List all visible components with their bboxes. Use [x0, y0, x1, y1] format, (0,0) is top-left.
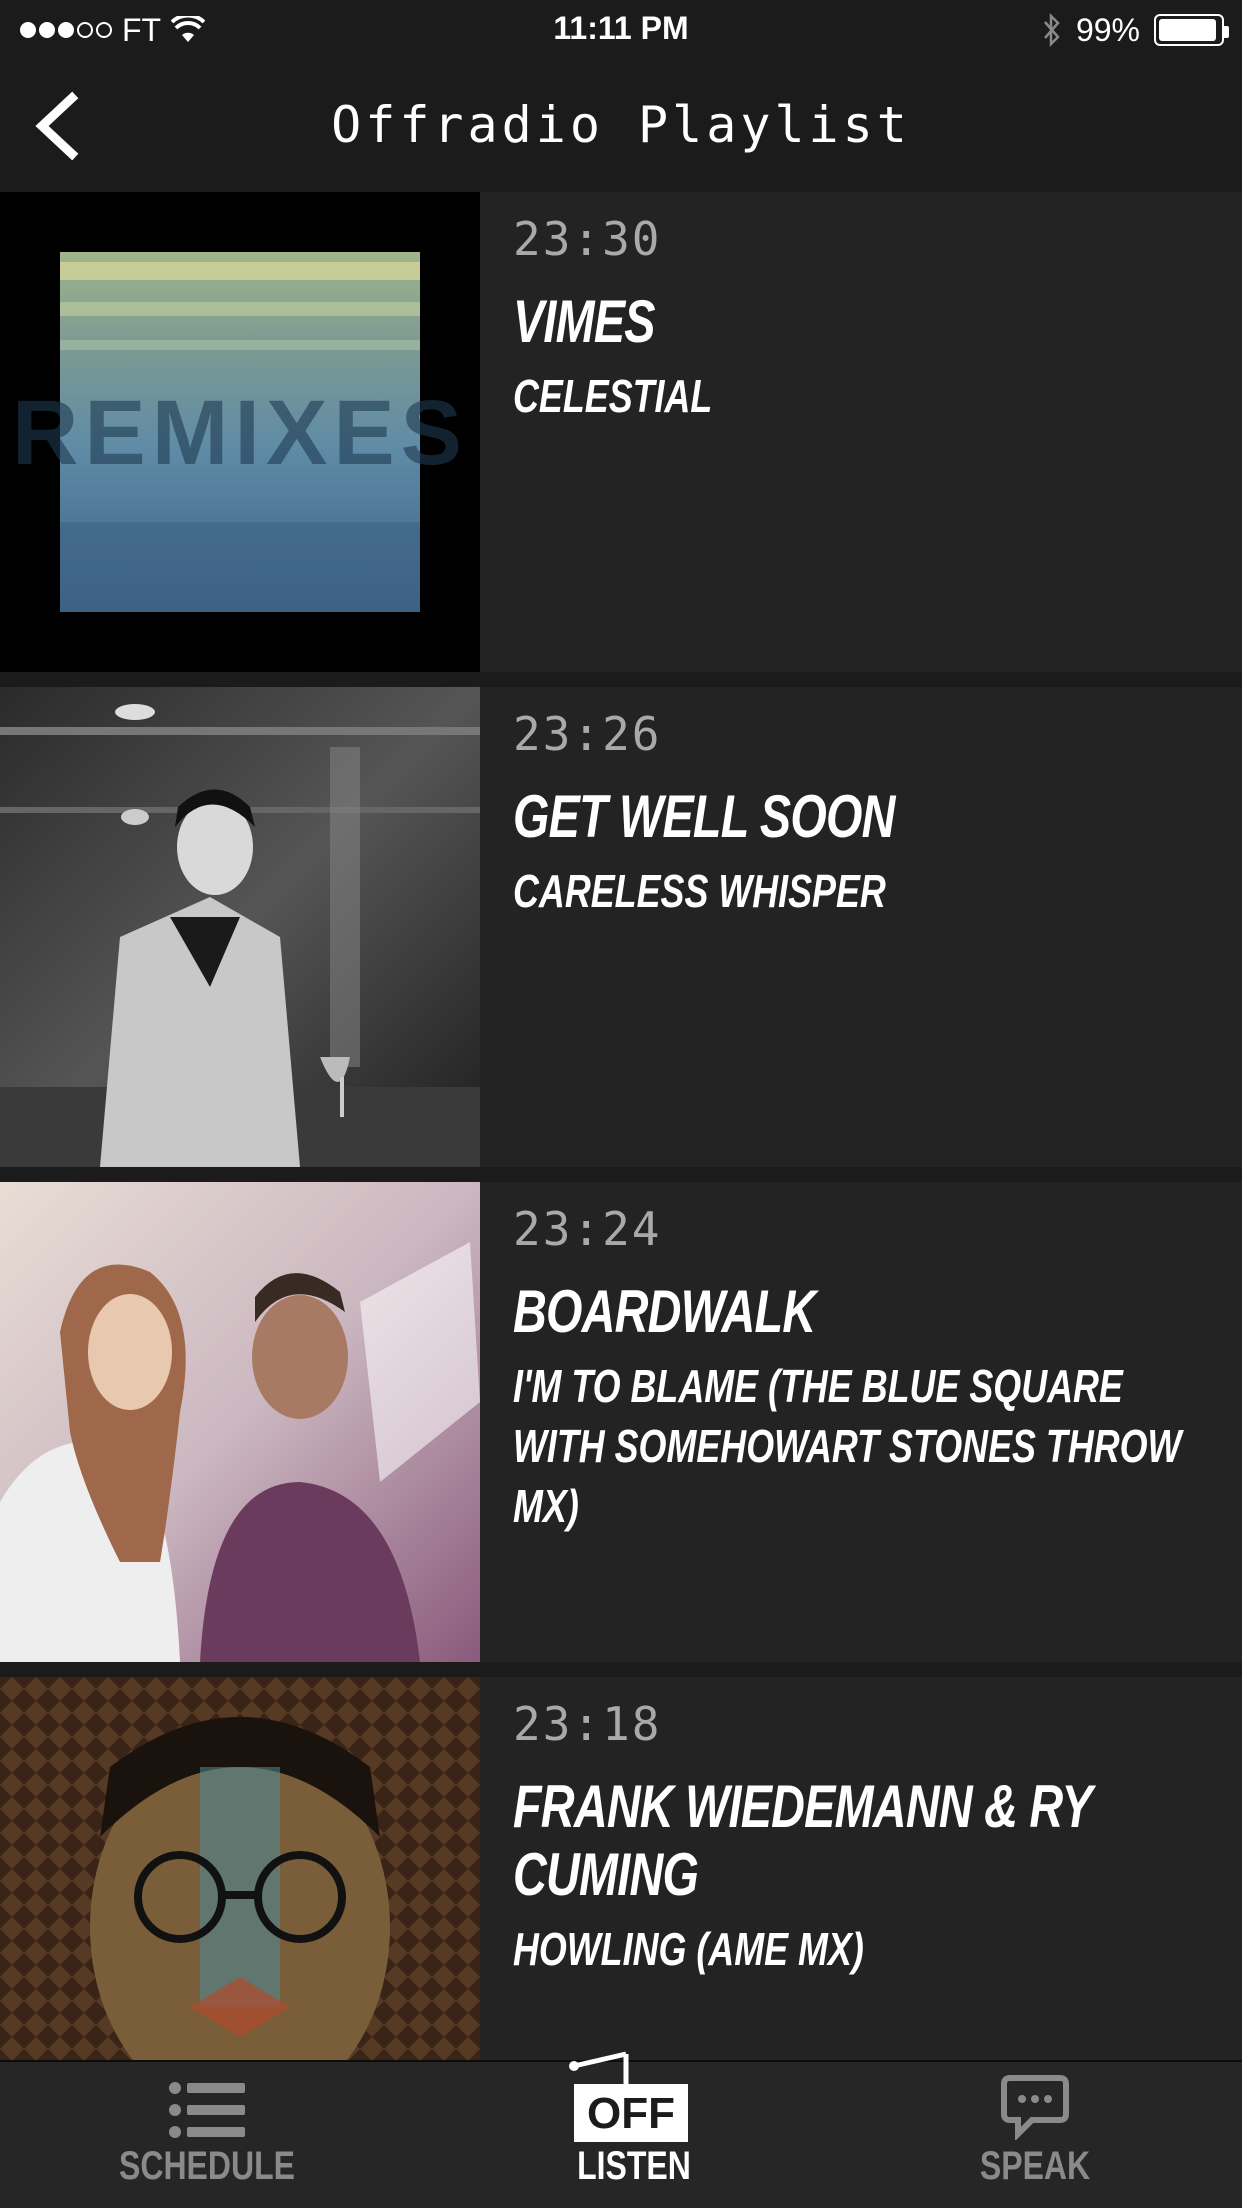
- playlist-item[interactable]: 23:24 BOARDWALK I'M TO BLAME (THE BLUE S…: [0, 1182, 1242, 1662]
- track-title: HOWLING (AME MX): [513, 1923, 864, 1975]
- off-badge: OFF: [587, 2089, 675, 2138]
- play-time: 23:26: [513, 707, 662, 761]
- album-cover: REMIXES: [0, 192, 480, 672]
- artist-name: BOARDWALK: [513, 1278, 816, 1345]
- play-time: 23:30: [513, 212, 662, 266]
- tab-speak[interactable]: SPEAK: [885, 2062, 1185, 2208]
- album-cover: [0, 687, 480, 1167]
- playlist-item[interactable]: 23:18 FRANK WIEDEMANN & RY CUMING HOWLIN…: [0, 1677, 1242, 2060]
- tab-schedule[interactable]: SCHEDULE: [57, 2062, 357, 2208]
- track-info: 23:18 FRANK WIEDEMANN & RY CUMING HOWLIN…: [513, 1677, 1213, 1979]
- playlist: REMIXES 23:30 VIMES CELESTIAL 23:26 GET …: [0, 192, 1242, 2060]
- tab-label: SPEAK: [979, 2144, 1091, 2188]
- bluetooth-icon: [1044, 13, 1060, 47]
- status-right: 99%: [1042, 10, 1229, 50]
- tab-label: LISTEN: [577, 2144, 691, 2188]
- battery-icon: [1154, 14, 1229, 46]
- track-info: 23:30 VIMES CELESTIAL: [513, 192, 1213, 426]
- artist-name: VIMES: [513, 288, 656, 355]
- chat-bubble-icon: [1001, 2075, 1069, 2140]
- navigation-bar: Offradio Playlist: [0, 60, 1242, 192]
- play-time: 23:24: [513, 1202, 662, 1256]
- album-cover: [0, 1677, 480, 2060]
- list-icon: [169, 2082, 245, 2138]
- artist-name: FRANK WIEDEMANN & RY CUMING: [513, 1773, 1092, 1908]
- track-title: CELESTIAL: [513, 370, 713, 422]
- play-time: 23:18: [513, 1697, 662, 1751]
- track-title: CARELESS WHISPER: [513, 865, 886, 917]
- status-bar: FT 11:11 PM 99%: [0, 0, 1242, 60]
- album-cover: [0, 1182, 480, 1662]
- page-title: Offradio Playlist: [331, 96, 911, 154]
- track-title: I'M TO BLAME (THE BLUE SQUARE WITH SOMEH…: [513, 1360, 1182, 1532]
- playlist-item[interactable]: 23:26 GET WELL SOON CARELESS WHISPER: [0, 687, 1242, 1167]
- track-info: 23:24 BOARDWALK I'M TO BLAME (THE BLUE S…: [513, 1182, 1213, 1536]
- tab-bar: SCHEDULE OFF LISTEN SPEAK: [0, 2051, 1242, 2208]
- playlist-item[interactable]: REMIXES 23:30 VIMES CELESTIAL: [0, 192, 1242, 672]
- tab-listen[interactable]: OFF LISTEN: [484, 2051, 784, 2208]
- tab-label: SCHEDULE: [118, 2144, 296, 2188]
- artist-name: GET WELL SOON: [513, 783, 895, 850]
- track-info: 23:26 GET WELL SOON CARELESS WHISPER: [513, 687, 1213, 921]
- cover-text: REMIXES: [12, 382, 468, 484]
- battery-percentage: 99%: [1075, 11, 1140, 48]
